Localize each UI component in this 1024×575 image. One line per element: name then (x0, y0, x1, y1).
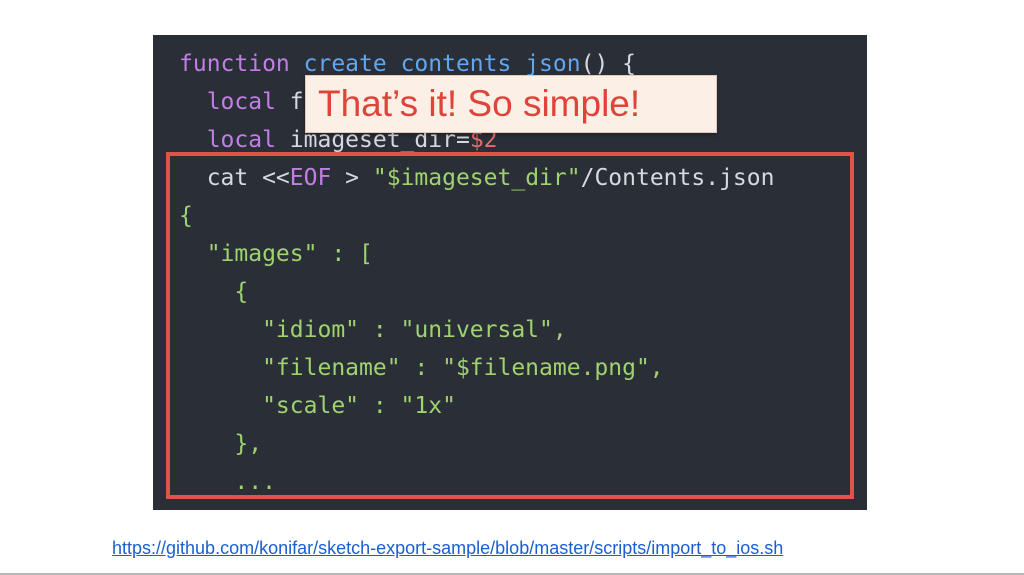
code-token: create_contents_json (303, 51, 581, 77)
code-line: { (179, 197, 193, 235)
code-token: { (179, 203, 193, 229)
code-token: "images" : [ (179, 241, 373, 267)
code-token: local (179, 127, 276, 153)
code-token: function (179, 51, 290, 77)
code-token: "idiom" : "universal", (179, 317, 567, 343)
callout-label: That’s it! So simple! (305, 75, 717, 133)
code-line: "scale" : "1x" (179, 387, 456, 425)
code-line: "images" : [ (179, 235, 373, 273)
code-token: > (331, 165, 373, 191)
code-line: "filename" : "$filename.png", (179, 349, 664, 387)
source-link[interactable]: https://github.com/konifar/sketch-export… (112, 538, 783, 559)
code-line: cat <<EOF > "$imageset_dir"/Contents.jso… (179, 159, 775, 197)
code-token: "scale" : "1x" (179, 393, 456, 419)
code-token: "$imageset_dir" (372, 165, 581, 191)
code-token: EOF (289, 165, 332, 191)
code-line: }, (179, 425, 262, 463)
code-token: "filename" : "$filename.png", (179, 355, 664, 381)
code-token: () { (580, 51, 636, 77)
code-line: ... (179, 463, 276, 501)
code-line: "idiom" : "universal", (179, 311, 567, 349)
code-token: }, (179, 431, 263, 457)
code-token: ... (179, 469, 276, 495)
code-token: cat << (179, 165, 290, 191)
code-token: /Contents.json (580, 165, 775, 191)
code-line: { (179, 273, 248, 311)
code-token: { (179, 279, 249, 305)
code-token: local (179, 89, 276, 115)
